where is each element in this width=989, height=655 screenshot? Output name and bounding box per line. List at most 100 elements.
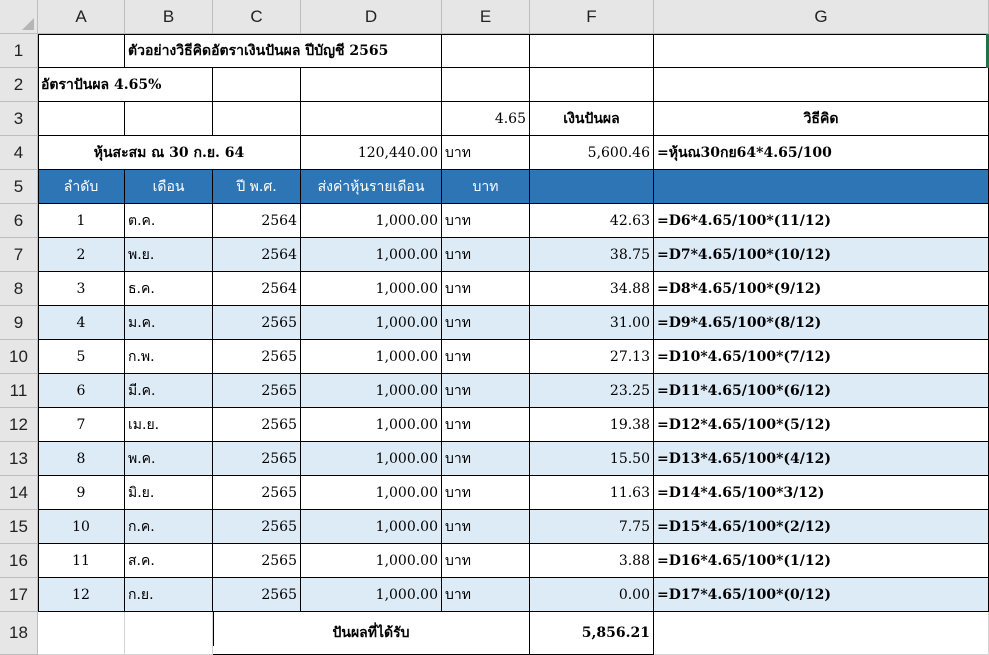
dividend-cell[interactable]: 15.50 bbox=[530, 442, 654, 476]
unit-cell[interactable]: บาท bbox=[442, 510, 530, 544]
accum-formula-cell[interactable]: =หุ้นณ30กย64*4.65/100 bbox=[654, 136, 989, 170]
table-header-f[interactable] bbox=[530, 170, 654, 204]
row-number-cell[interactable]: 5 bbox=[38, 340, 125, 374]
table-header-d[interactable]: ส่งค่าหุ้นรายเดือน bbox=[301, 170, 442, 204]
dividend-cell[interactable]: 31.00 bbox=[530, 306, 654, 340]
year-cell[interactable]: 2565 bbox=[213, 476, 301, 510]
dividend-cell[interactable]: 11.63 bbox=[530, 476, 654, 510]
formula-cell[interactable]: =D8*4.65/100*(9/12) bbox=[654, 272, 989, 306]
dividend-cell[interactable]: 42.63 bbox=[530, 204, 654, 238]
month-cell[interactable]: มี.ค. bbox=[125, 374, 213, 408]
dividend-cell[interactable]: 3.88 bbox=[530, 544, 654, 578]
amount-cell[interactable]: 1,000.00 bbox=[301, 544, 442, 578]
row-header-11[interactable]: 11 bbox=[0, 374, 38, 408]
table-header-a[interactable]: ลำดับ bbox=[38, 170, 125, 204]
cell-e2[interactable] bbox=[442, 68, 530, 102]
row-number-cell[interactable]: 1 bbox=[38, 204, 125, 238]
row-header-1[interactable]: 1 bbox=[0, 34, 38, 68]
amount-cell[interactable]: 1,000.00 bbox=[301, 204, 442, 238]
row-number-cell[interactable]: 7 bbox=[38, 408, 125, 442]
row-number-cell[interactable]: 10 bbox=[38, 510, 125, 544]
row-number-cell[interactable]: 12 bbox=[38, 578, 125, 612]
formula-cell[interactable]: =D9*4.65/100*(8/12) bbox=[654, 306, 989, 340]
row-header-3[interactable]: 3 bbox=[0, 102, 38, 136]
month-cell[interactable]: ก.ย. bbox=[125, 578, 213, 612]
unit-cell[interactable]: บาท bbox=[442, 238, 530, 272]
cell-a3[interactable] bbox=[38, 102, 125, 136]
total-label-cell[interactable]: ปันผลที่ได้รับ bbox=[213, 612, 530, 655]
column-header-e[interactable]: E bbox=[442, 0, 530, 34]
month-cell[interactable]: พ.ย. bbox=[125, 238, 213, 272]
dividend-cell[interactable]: 38.75 bbox=[530, 238, 654, 272]
row-header-8[interactable]: 8 bbox=[0, 272, 38, 306]
unit-cell[interactable]: บาท bbox=[442, 408, 530, 442]
table-header-c[interactable]: ปี พ.ศ. bbox=[213, 170, 301, 204]
cell-e1[interactable] bbox=[442, 34, 530, 68]
cell-g1[interactable] bbox=[654, 34, 989, 68]
cell-b18[interactable] bbox=[125, 612, 213, 655]
row-header-7[interactable]: 7 bbox=[0, 238, 38, 272]
formula-cell[interactable]: =D6*4.65/100*(11/12) bbox=[654, 204, 989, 238]
cell-f2[interactable] bbox=[530, 68, 654, 102]
sheet-title-cell[interactable]: ตัวอย่างวิธีคิดอัตราเงินปันผล ปีบัญชี 25… bbox=[125, 34, 442, 68]
month-cell[interactable]: เม.ย. bbox=[125, 408, 213, 442]
row-header-15[interactable]: 15 bbox=[0, 510, 38, 544]
year-cell[interactable]: 2565 bbox=[213, 578, 301, 612]
amount-cell[interactable]: 1,000.00 bbox=[301, 374, 442, 408]
year-cell[interactable]: 2564 bbox=[213, 272, 301, 306]
month-cell[interactable]: ก.ค. bbox=[125, 510, 213, 544]
year-cell[interactable]: 2564 bbox=[213, 238, 301, 272]
table-header-e[interactable]: บาท bbox=[442, 170, 530, 204]
month-cell[interactable]: มิ.ย. bbox=[125, 476, 213, 510]
amount-cell[interactable]: 1,000.00 bbox=[301, 340, 442, 374]
row-header-4[interactable]: 4 bbox=[0, 136, 38, 170]
dividend-cell[interactable]: 34.88 bbox=[530, 272, 654, 306]
unit-cell[interactable]: บาท bbox=[442, 374, 530, 408]
year-cell[interactable]: 2565 bbox=[213, 544, 301, 578]
amount-cell[interactable]: 1,000.00 bbox=[301, 306, 442, 340]
rate-label-cell[interactable]: อัตราปันผล 4.65% bbox=[38, 68, 213, 102]
column-header-a[interactable]: A bbox=[38, 0, 125, 34]
table-header-b[interactable]: เดือน bbox=[125, 170, 213, 204]
cell-d2[interactable] bbox=[301, 68, 442, 102]
year-cell[interactable]: 2565 bbox=[213, 408, 301, 442]
cell-b3[interactable] bbox=[125, 102, 213, 136]
month-cell[interactable]: ต.ค. bbox=[125, 204, 213, 238]
amount-cell[interactable]: 1,000.00 bbox=[301, 238, 442, 272]
row-header-18[interactable]: 18 bbox=[0, 612, 38, 655]
formula-cell[interactable]: =D17*4.65/100*(0/12) bbox=[654, 578, 989, 612]
month-cell[interactable]: ธ.ค. bbox=[125, 272, 213, 306]
year-cell[interactable]: 2564 bbox=[213, 204, 301, 238]
row-header-12[interactable]: 12 bbox=[0, 408, 38, 442]
unit-cell[interactable]: บาท bbox=[442, 272, 530, 306]
row-number-cell[interactable]: 2 bbox=[38, 238, 125, 272]
row-header-9[interactable]: 9 bbox=[0, 306, 38, 340]
cell-g2[interactable] bbox=[654, 68, 989, 102]
amount-cell[interactable]: 1,000.00 bbox=[301, 578, 442, 612]
row-number-cell[interactable]: 3 bbox=[38, 272, 125, 306]
cell-g18[interactable] bbox=[654, 612, 989, 655]
row-number-cell[interactable]: 4 bbox=[38, 306, 125, 340]
formula-cell[interactable]: =D14*4.65/100*3/12) bbox=[654, 476, 989, 510]
row-header-17[interactable]: 17 bbox=[0, 578, 38, 612]
row-number-cell[interactable]: 8 bbox=[38, 442, 125, 476]
unit-cell[interactable]: บาท bbox=[442, 476, 530, 510]
column-header-f[interactable]: F bbox=[530, 0, 654, 34]
accum-label-cell[interactable]: หุ้นสะสม ณ 30 ก.ย. 64 bbox=[38, 136, 301, 170]
column-header-d[interactable]: D bbox=[301, 0, 442, 34]
row-header-6[interactable]: 6 bbox=[0, 204, 38, 238]
unit-cell[interactable]: บาท bbox=[442, 204, 530, 238]
accum-unit-cell[interactable]: บาท bbox=[442, 136, 530, 170]
amount-cell[interactable]: 1,000.00 bbox=[301, 408, 442, 442]
rate-value-cell[interactable]: 4.65 bbox=[442, 102, 530, 136]
month-cell[interactable]: ม.ค. bbox=[125, 306, 213, 340]
cell-c3[interactable] bbox=[213, 102, 301, 136]
table-header-g[interactable] bbox=[654, 170, 989, 204]
row-header-10[interactable]: 10 bbox=[0, 340, 38, 374]
amount-cell[interactable]: 1,000.00 bbox=[301, 510, 442, 544]
column-header-c[interactable]: C bbox=[213, 0, 301, 34]
cell-c2[interactable] bbox=[213, 68, 301, 102]
column-header-b[interactable]: B bbox=[125, 0, 213, 34]
unit-cell[interactable]: บาท bbox=[442, 340, 530, 374]
row-header-14[interactable]: 14 bbox=[0, 476, 38, 510]
